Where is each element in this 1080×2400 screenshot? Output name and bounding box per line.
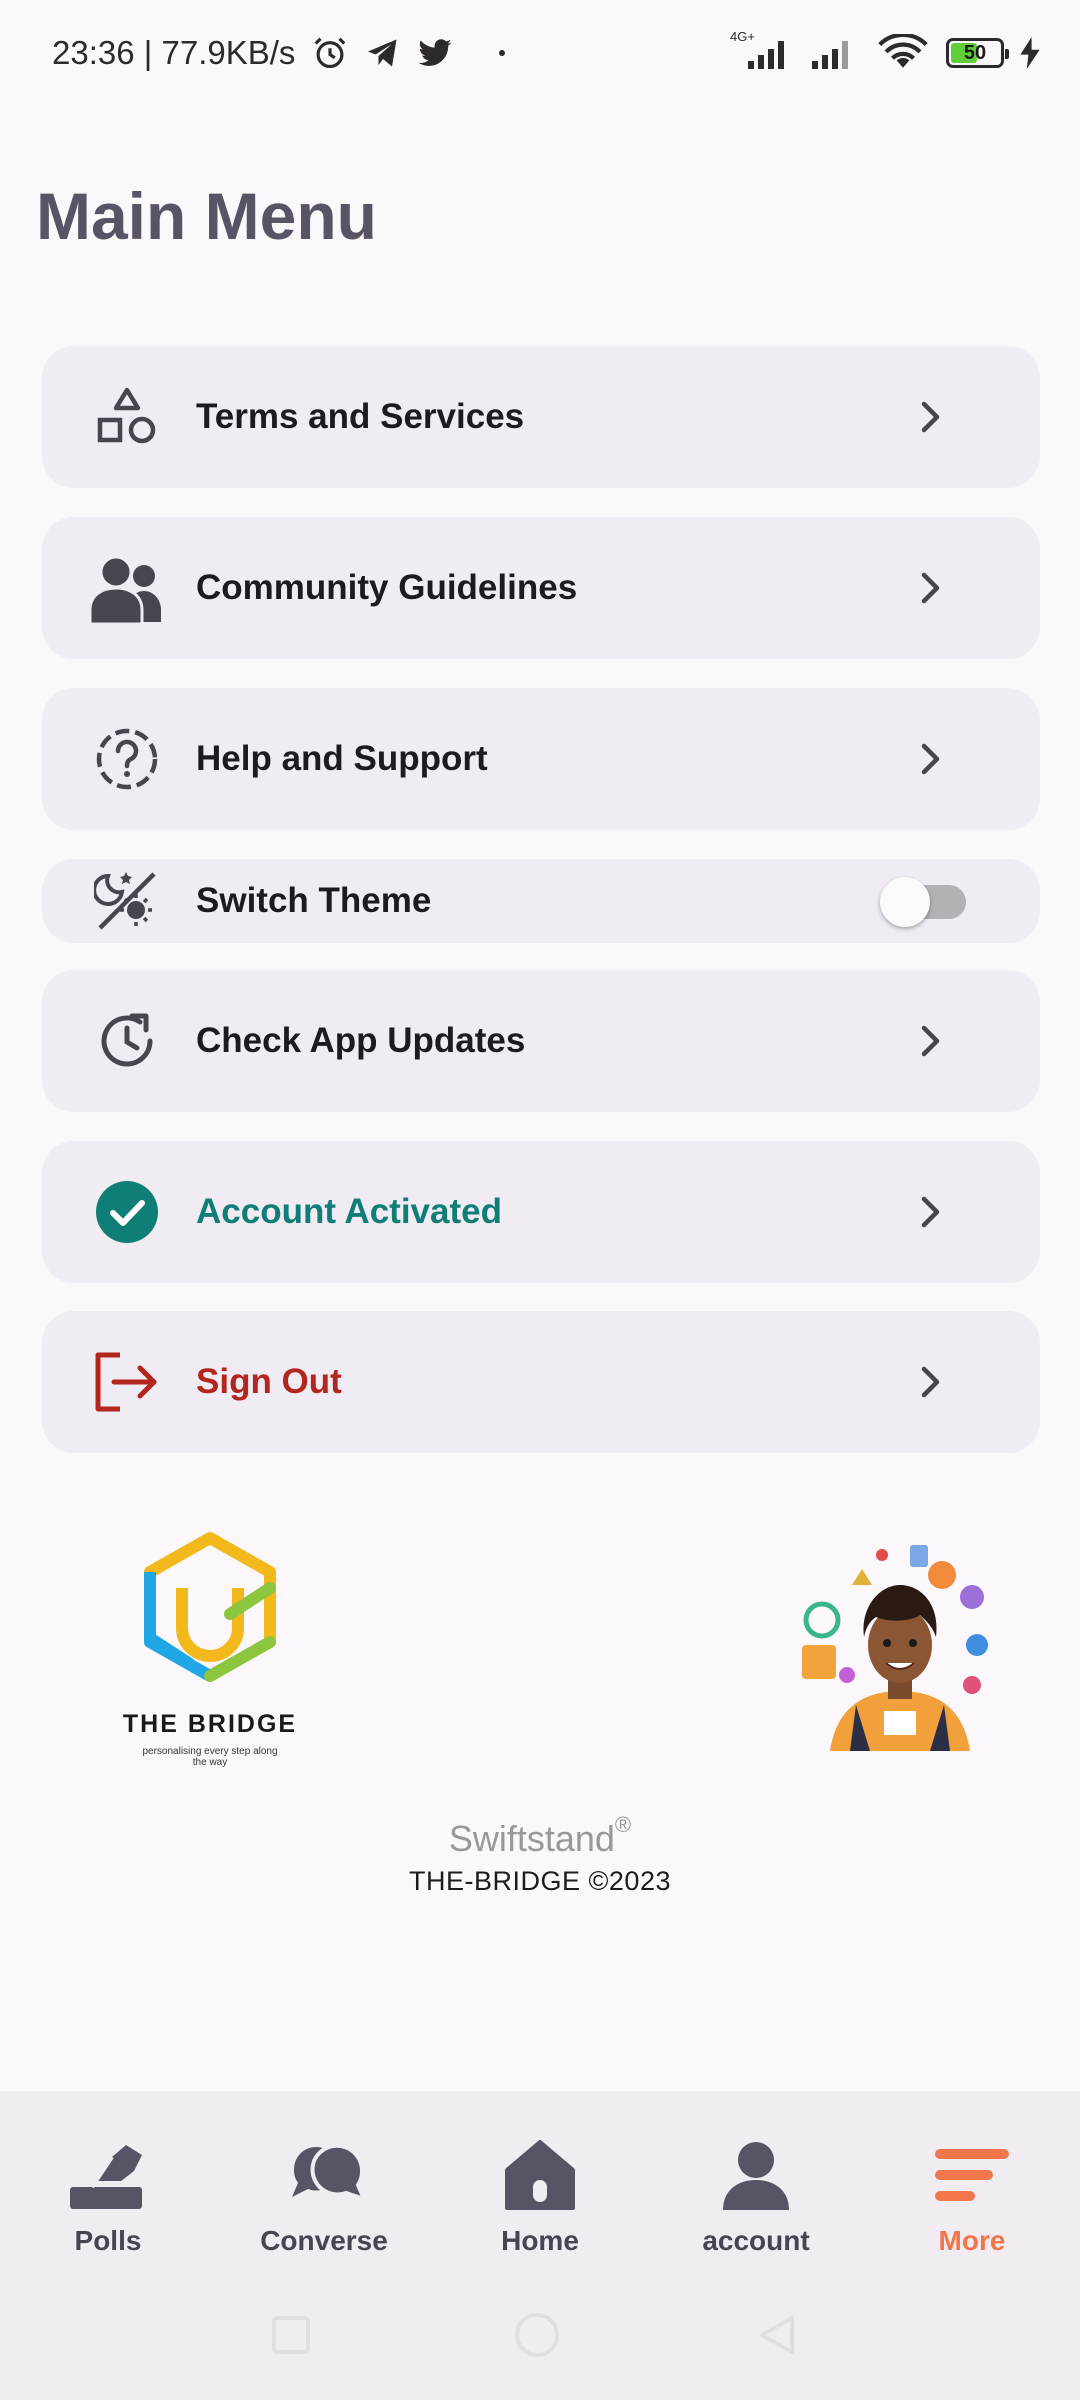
charging-bolt-icon: [1020, 37, 1040, 69]
poll-vote-icon: [63, 2135, 153, 2215]
status-left: 23:36 | 77.9KB/s: [52, 34, 506, 72]
battery-level: 50: [963, 41, 987, 64]
nav-more[interactable]: More: [882, 2135, 1062, 2257]
status-right: 4G+ 50: [730, 29, 1040, 72]
page-title: Main Menu: [36, 179, 377, 253]
brand-name: Swiftstand®: [0, 1812, 1080, 1860]
bridge-hex-logo-icon: [144, 1532, 276, 1682]
menu-label-sign-out: Sign Out: [196, 1362, 342, 1401]
nav-polls[interactable]: Polls: [18, 2135, 198, 2257]
menu-lines-icon: [927, 2135, 1017, 2215]
wifi-icon: [878, 34, 928, 68]
people-icon: [88, 549, 166, 627]
logout-icon: [88, 1343, 166, 1421]
menu-item-terms[interactable]: Terms and Services: [42, 346, 1040, 488]
theme-sun-moon-icon: [88, 862, 166, 940]
status-time-speed: 23:36 | 77.9KB/s: [52, 34, 296, 71]
nav-account[interactable]: account: [666, 2135, 846, 2257]
telegram-icon: [368, 39, 397, 67]
home-icon: [495, 2135, 585, 2215]
chevron-right-icon: [910, 1021, 950, 1061]
chat-bubbles-icon: [279, 2135, 369, 2215]
menu-item-updates[interactable]: Check App Updates: [42, 970, 1040, 1112]
the-bridge-logo: THE BRIDGE personalising every step alon…: [120, 1528, 300, 1768]
system-nav-bar: [0, 2310, 1080, 2360]
menu-label-account-activated: Account Activated: [196, 1192, 502, 1231]
nav-label-home: Home: [501, 2225, 579, 2256]
twitter-icon: [418, 39, 452, 66]
menu-item-community[interactable]: Community Guidelines: [42, 517, 1040, 659]
nav-label-converse: Converse: [260, 2225, 388, 2256]
brand-name-text: Swiftstand: [448, 1818, 615, 1859]
chevron-right-icon: [910, 568, 950, 608]
recents-button[interactable]: [272, 2316, 310, 2354]
nav-label-polls: Polls: [74, 2225, 142, 2256]
menu-item-help[interactable]: Help and Support: [42, 688, 1040, 830]
nav-home[interactable]: Home: [450, 2135, 630, 2257]
update-history-icon: [88, 1002, 166, 1080]
copyright-text: THE-BRIDGE ©2023: [409, 1866, 671, 1896]
alarm-icon: [315, 37, 346, 69]
battery-icon: 50: [946, 38, 1009, 68]
status-bar: 23:36 | 77.9KB/s 4G+ 50: [0, 0, 1080, 110]
logo-tagline: personalising every step along the way: [142, 1746, 278, 1768]
chevron-right-icon: [910, 739, 950, 779]
registered-mark: ®: [614, 1812, 632, 1837]
menu-label-terms: Terms and Services: [196, 397, 525, 436]
theme-toggle-switch[interactable]: [880, 877, 966, 927]
notification-dot: [499, 50, 506, 56]
nav-converse[interactable]: Converse: [234, 2135, 414, 2257]
student-illustration: [792, 1535, 1008, 1751]
nav-label-account: account: [702, 2225, 810, 2256]
signal-icon: [812, 41, 848, 69]
menu-label-theme: Switch Theme: [196, 881, 432, 920]
chevron-right-icon: [910, 1362, 950, 1402]
shapes-icon: [88, 378, 166, 456]
person-icon: [711, 2135, 801, 2215]
chevron-right-icon: [910, 1192, 950, 1232]
chevron-right-icon: [910, 397, 950, 437]
nav-label-more: More: [938, 2225, 1006, 2256]
menu-label-help: Help and Support: [196, 739, 488, 778]
menu-item-sign-out[interactable]: Sign Out: [42, 1311, 1040, 1453]
menu-label-updates: Check App Updates: [196, 1021, 526, 1060]
check-circle-icon: [88, 1173, 166, 1251]
help-question-icon: [88, 720, 166, 798]
home-system-button[interactable]: [515, 2313, 559, 2357]
menu-item-account-activated[interactable]: Account Activated: [42, 1141, 1040, 1283]
logo-title: THE BRIDGE: [122, 1710, 298, 1738]
network-type: 4G+: [730, 29, 755, 44]
signal-4g-icon: 4G+: [730, 29, 794, 71]
menu-item-theme: Switch Theme: [42, 859, 1040, 943]
menu-label-community: Community Guidelines: [196, 568, 578, 607]
back-button[interactable]: [760, 2316, 794, 2354]
